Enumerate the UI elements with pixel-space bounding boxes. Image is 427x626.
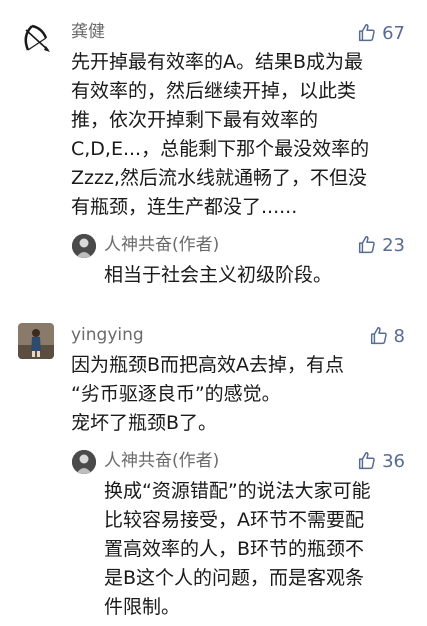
comment-text-line: 有效率的，然后继续开掉，以此类 — [71, 80, 357, 102]
comment-text-line: 宠坏了瓶颈B了。 — [71, 412, 218, 434]
thumbs-up-icon — [359, 452, 375, 470]
like-count: 23 — [382, 234, 405, 256]
avatar[interactable] — [72, 234, 96, 258]
thumbs-up-icon — [370, 327, 387, 345]
thumbs-up-icon — [359, 24, 375, 42]
photo-avatar-icon — [18, 323, 54, 359]
like-button[interactable]: 67 — [356, 20, 405, 46]
comment-text-line: Zzzz,然后流水线就通畅了，不但没 — [71, 167, 367, 189]
comment-text-line: C,D,E...，总能剩下那个最没效率的 — [71, 138, 370, 160]
comment-author[interactable]: yingying — [71, 323, 144, 347]
avatar[interactable] — [18, 20, 54, 56]
avatar[interactable] — [72, 450, 96, 474]
person-avatar-icon — [72, 234, 96, 258]
thumbs-up-icon — [359, 236, 375, 254]
reply-text-line: 置高效率的人，B环节的瓶颈不 — [104, 538, 365, 560]
comment-text-line: 有瓶颈，连生产都没了...... — [71, 196, 298, 218]
reply-author[interactable]: 人神共奋(作者) — [104, 233, 219, 257]
like-count: 67 — [382, 22, 405, 44]
comment-text-line: “劣币驱逐良币”的感觉。 — [71, 383, 281, 405]
like-button[interactable]: 8 — [368, 323, 405, 349]
comment-text-line: 因为瓶颈B而把高效A去掉，有点 — [71, 354, 345, 376]
like-count: 36 — [382, 450, 405, 472]
like-count: 8 — [393, 325, 405, 347]
like-button[interactable]: 23 — [356, 232, 405, 258]
reply-text-line: 是B这个人的问题，而是客观条 — [104, 567, 365, 589]
reply-text-line: 件限制。 — [104, 596, 181, 618]
reply-text-line: 比较容易接受，A环节不需要配 — [104, 509, 364, 531]
comment-text-line: 先开掉最有效率的A。结果B成为最 — [71, 51, 364, 73]
reply-text-line: 换成“资源错配”的说法大家可能 — [104, 480, 371, 502]
reply-author[interactable]: 人神共奋(作者) — [104, 449, 219, 473]
comment-author[interactable]: 龚健 — [71, 20, 105, 44]
like-button[interactable]: 36 — [356, 448, 405, 474]
avatar[interactable] — [18, 323, 54, 359]
reply-text-line: 相当于社会主义初级阶段。 — [104, 264, 333, 286]
bow-arrow-avatar-icon — [18, 20, 54, 56]
person-avatar-icon — [72, 450, 96, 474]
comment-text-line: 推，依次开掉剩下最有效率的 — [71, 109, 319, 131]
